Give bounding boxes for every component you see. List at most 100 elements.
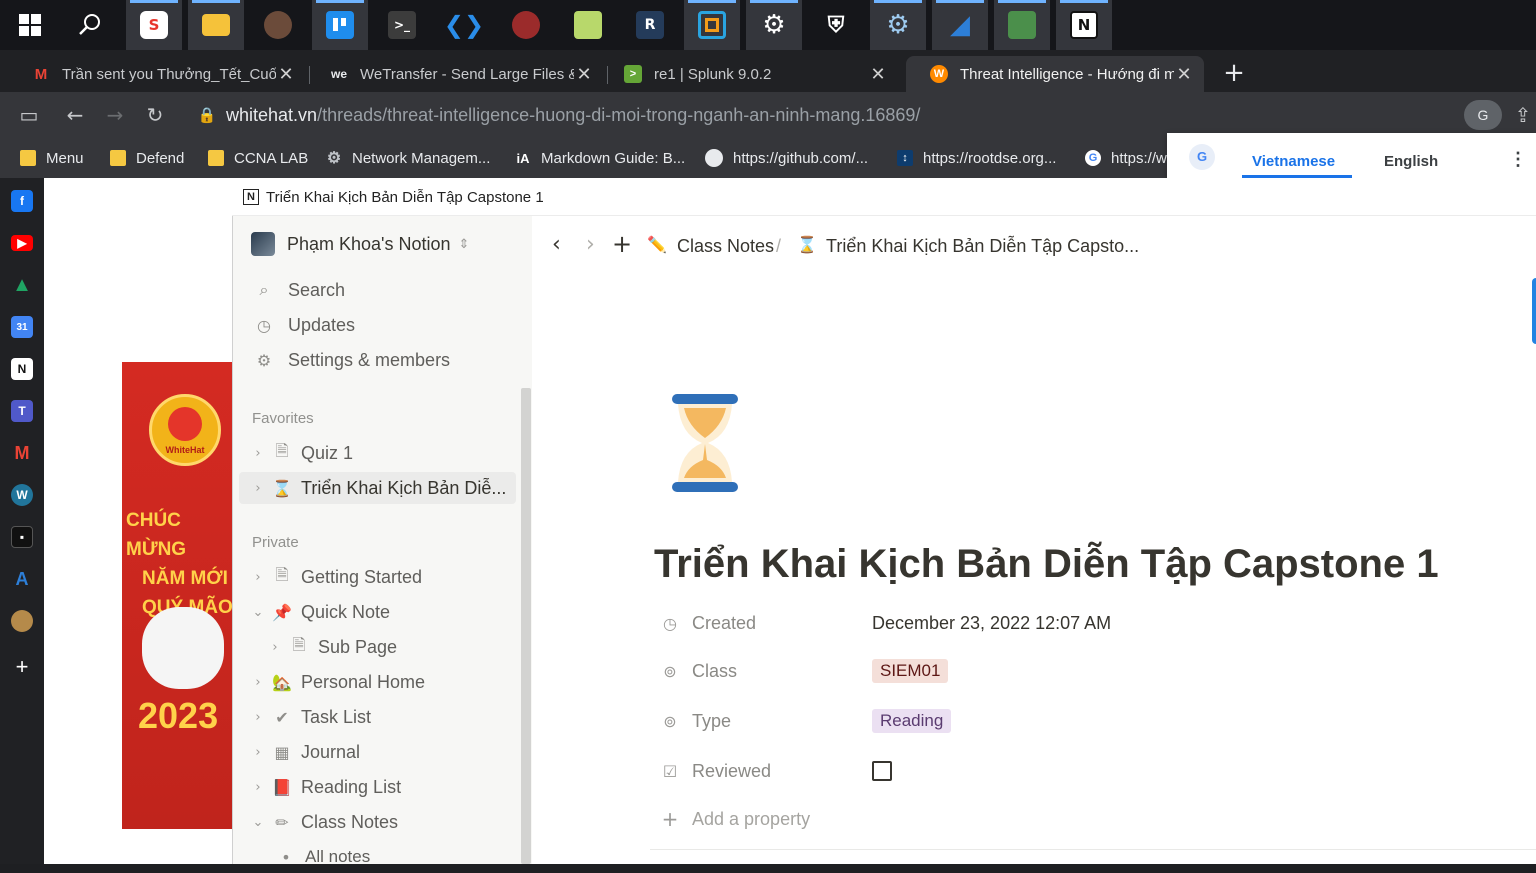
portrait-icon[interactable] bbox=[250, 0, 306, 50]
lang-english-tab[interactable]: English bbox=[1384, 153, 1438, 170]
facebook-icon[interactable]: f bbox=[11, 190, 33, 212]
forward-icon[interactable]: › bbox=[586, 232, 595, 257]
wordpress-icon[interactable]: W bbox=[11, 484, 33, 506]
chevron-right-icon[interactable]: › bbox=[268, 640, 282, 655]
tab-gmail[interactable]: M Trần sent you Thưởng_Tết_Cuối_N ✕ bbox=[8, 56, 306, 92]
orange-stack-icon[interactable] bbox=[684, 0, 740, 50]
translate-icon[interactable]: G bbox=[1464, 100, 1502, 130]
gmail-icon[interactable]: M bbox=[11, 442, 33, 464]
close-icon[interactable]: ✕ bbox=[1174, 64, 1194, 85]
side-peek-handle[interactable] bbox=[1532, 278, 1536, 344]
wireshark-icon[interactable]: ◢ bbox=[932, 0, 988, 50]
settings-gear-icon[interactable]: ⚙ bbox=[746, 0, 802, 50]
lock-icon[interactable]: 🔒 bbox=[194, 102, 220, 128]
chevron-right-icon[interactable]: › bbox=[251, 570, 265, 585]
sidebar-item-private[interactable]: › ▦ Journal bbox=[251, 736, 534, 768]
sidebar-item-search[interactable]: ⌕ Search bbox=[253, 274, 536, 306]
youtube-icon[interactable]: ▶ bbox=[11, 235, 33, 251]
bookmark-network-management[interactable]: ⚙ Network Managem... bbox=[326, 146, 491, 170]
back-icon[interactable]: ← bbox=[62, 102, 88, 128]
bookmark-github[interactable]: https://github.com/... bbox=[705, 146, 868, 170]
google-drive-icon[interactable]: ▲ bbox=[11, 274, 33, 296]
sidebar-item-private[interactable]: › 🏡 Personal Home bbox=[251, 666, 534, 698]
tab-wetransfer[interactable]: we WeTransfer - Send Large Files & S ✕ bbox=[306, 56, 604, 92]
bookmark-google[interactable]: Ghttps://w bbox=[1085, 146, 1167, 170]
workspace-switcher[interactable]: Phạm Khoa's Notion ⇕ bbox=[251, 228, 534, 260]
app-s-icon[interactable]: S bbox=[126, 0, 182, 50]
app-dark-icon[interactable]: ▪ bbox=[11, 526, 33, 548]
sidebar-item-trien-khai[interactable]: › ⌛ Triển Khai Kịch Bản Diễ... bbox=[239, 472, 516, 504]
new-year-banner[interactable]: WhiteHat CHÚC MỪNG NĂM MỚI QUÝ MÃO 2023 bbox=[122, 362, 232, 829]
teams-icon[interactable]: T bbox=[11, 400, 33, 422]
new-tab-button[interactable]: + bbox=[1222, 58, 1246, 88]
close-icon[interactable]: ✕ bbox=[868, 64, 888, 85]
sidebar-item-private[interactable]: › 🗎 Sub Page bbox=[268, 631, 551, 663]
chevron-right-icon[interactable]: › bbox=[251, 446, 265, 461]
sidebar-item-settings[interactable]: ⚙ Settings & members bbox=[253, 344, 536, 376]
tab-threat-intelligence[interactable]: W Threat Intelligence - Hướng đi mới ✕ bbox=[906, 56, 1204, 92]
sidebar-item-private[interactable]: • All notes bbox=[269, 841, 552, 873]
close-icon[interactable]: ✕ bbox=[574, 64, 594, 85]
property-type[interactable]: ⊚ Type Reading bbox=[660, 706, 952, 736]
forward-icon[interactable]: → bbox=[102, 102, 128, 128]
class-tag[interactable]: SIEM01 bbox=[872, 659, 949, 683]
reload-icon[interactable]: ↻ bbox=[142, 102, 168, 128]
type-tag[interactable]: Reading bbox=[872, 709, 952, 733]
reviewed-checkbox[interactable] bbox=[872, 761, 892, 781]
new-page-icon[interactable]: + bbox=[612, 230, 632, 258]
chevron-right-icon[interactable]: › bbox=[251, 675, 265, 690]
sidebar-item-private[interactable]: ⌄ ✏ Class Notes bbox=[251, 806, 534, 838]
windows-start-icon[interactable] bbox=[2, 0, 58, 50]
sidebar-item-private[interactable]: › 🗎 Getting Started bbox=[251, 561, 534, 593]
page-title[interactable]: Triển Khai Kịch Bản Diễn Tập Capstone 1 bbox=[654, 542, 1439, 587]
chevron-right-icon[interactable]: › bbox=[251, 780, 265, 795]
bookmark-ccna-lab[interactable]: CCNA LAB bbox=[208, 146, 308, 170]
tab-splunk[interactable]: > re1 | Splunk 9.0.2 ✕ bbox=[600, 56, 898, 92]
sidebar-item-updates[interactable]: ◷ Updates bbox=[253, 309, 536, 341]
sidebar-item-private[interactable]: › ✔ Task List bbox=[251, 701, 534, 733]
sidebar-item-private[interactable]: ⌄ 📌 Quick Note bbox=[251, 596, 534, 628]
sidebar-item-quiz-1[interactable]: › 🗎 Quiz 1 bbox=[251, 437, 534, 469]
breadcrumb-current-page[interactable]: Triển Khai Kịch Bản Diễn Tập Capsto... bbox=[826, 236, 1139, 257]
add-icon[interactable]: + bbox=[11, 654, 33, 679]
address-bar[interactable]: whitehat.vn/threads/threat-intelligence-… bbox=[226, 105, 920, 126]
trello-icon[interactable] bbox=[312, 0, 368, 50]
breadcrumb-class-notes[interactable]: Class Notes bbox=[677, 236, 774, 257]
back-icon[interactable]: ‹ bbox=[552, 232, 561, 257]
file-explorer-icon[interactable] bbox=[188, 0, 244, 50]
vscode-icon[interactable]: ❮❯ bbox=[436, 0, 492, 50]
chevron-right-icon[interactable]: › bbox=[251, 745, 265, 760]
shield-icon[interactable]: ⛨ bbox=[808, 0, 864, 50]
terminal-icon[interactable]: >_ bbox=[374, 0, 430, 50]
notepad-icon[interactable] bbox=[560, 0, 616, 50]
property-reviewed[interactable]: ☑ Reviewed bbox=[660, 756, 892, 786]
rstudio-icon[interactable]: R bbox=[622, 0, 678, 50]
network-gear-icon[interactable]: ⚙ bbox=[870, 0, 926, 50]
bookmark-defend[interactable]: Defend bbox=[110, 146, 184, 170]
mascot-icon[interactable] bbox=[11, 610, 33, 632]
lang-vietnamese-tab[interactable]: Vietnamese bbox=[1252, 153, 1335, 170]
notion-icon[interactable]: N bbox=[11, 358, 33, 380]
search-icon[interactable] bbox=[62, 0, 118, 50]
bookmark-menu[interactable]: Menu bbox=[20, 146, 84, 170]
google-calendar-icon[interactable]: 31 bbox=[11, 316, 33, 338]
chevron-down-icon[interactable]: ⌄ bbox=[251, 605, 265, 620]
property-created[interactable]: ◷ Created December 23, 2022 12:07 AM bbox=[660, 608, 1111, 638]
share-icon[interactable]: ⇪ bbox=[1510, 102, 1536, 128]
bookmark-rootdse[interactable]: ↕ https://rootdse.org... bbox=[897, 146, 1056, 170]
sidebar-item-private[interactable]: › 📕 Reading List bbox=[251, 771, 534, 803]
notion-icon[interactable]: N bbox=[1056, 0, 1112, 50]
avatar-red-icon[interactable] bbox=[498, 0, 554, 50]
more-options-icon[interactable]: ⋮ bbox=[1509, 149, 1527, 170]
remote-desktop-icon[interactable] bbox=[994, 0, 1050, 50]
chevron-down-icon[interactable]: ⌄ bbox=[251, 815, 265, 830]
bookmark-markdown-guide[interactable]: iA Markdown Guide: B... bbox=[515, 146, 686, 170]
property-class[interactable]: ⊚ Class SIEM01 bbox=[660, 656, 949, 686]
page-hourglass-icon[interactable] bbox=[672, 394, 738, 497]
close-icon[interactable]: ✕ bbox=[276, 64, 296, 85]
chevron-right-icon[interactable]: › bbox=[251, 481, 265, 496]
add-property-button[interactable]: + Add a property bbox=[660, 804, 810, 834]
sidebar-toggle-icon[interactable]: ▭ bbox=[16, 102, 42, 128]
azure-icon[interactable]: A bbox=[11, 568, 33, 590]
chevron-right-icon[interactable]: › bbox=[251, 710, 265, 725]
